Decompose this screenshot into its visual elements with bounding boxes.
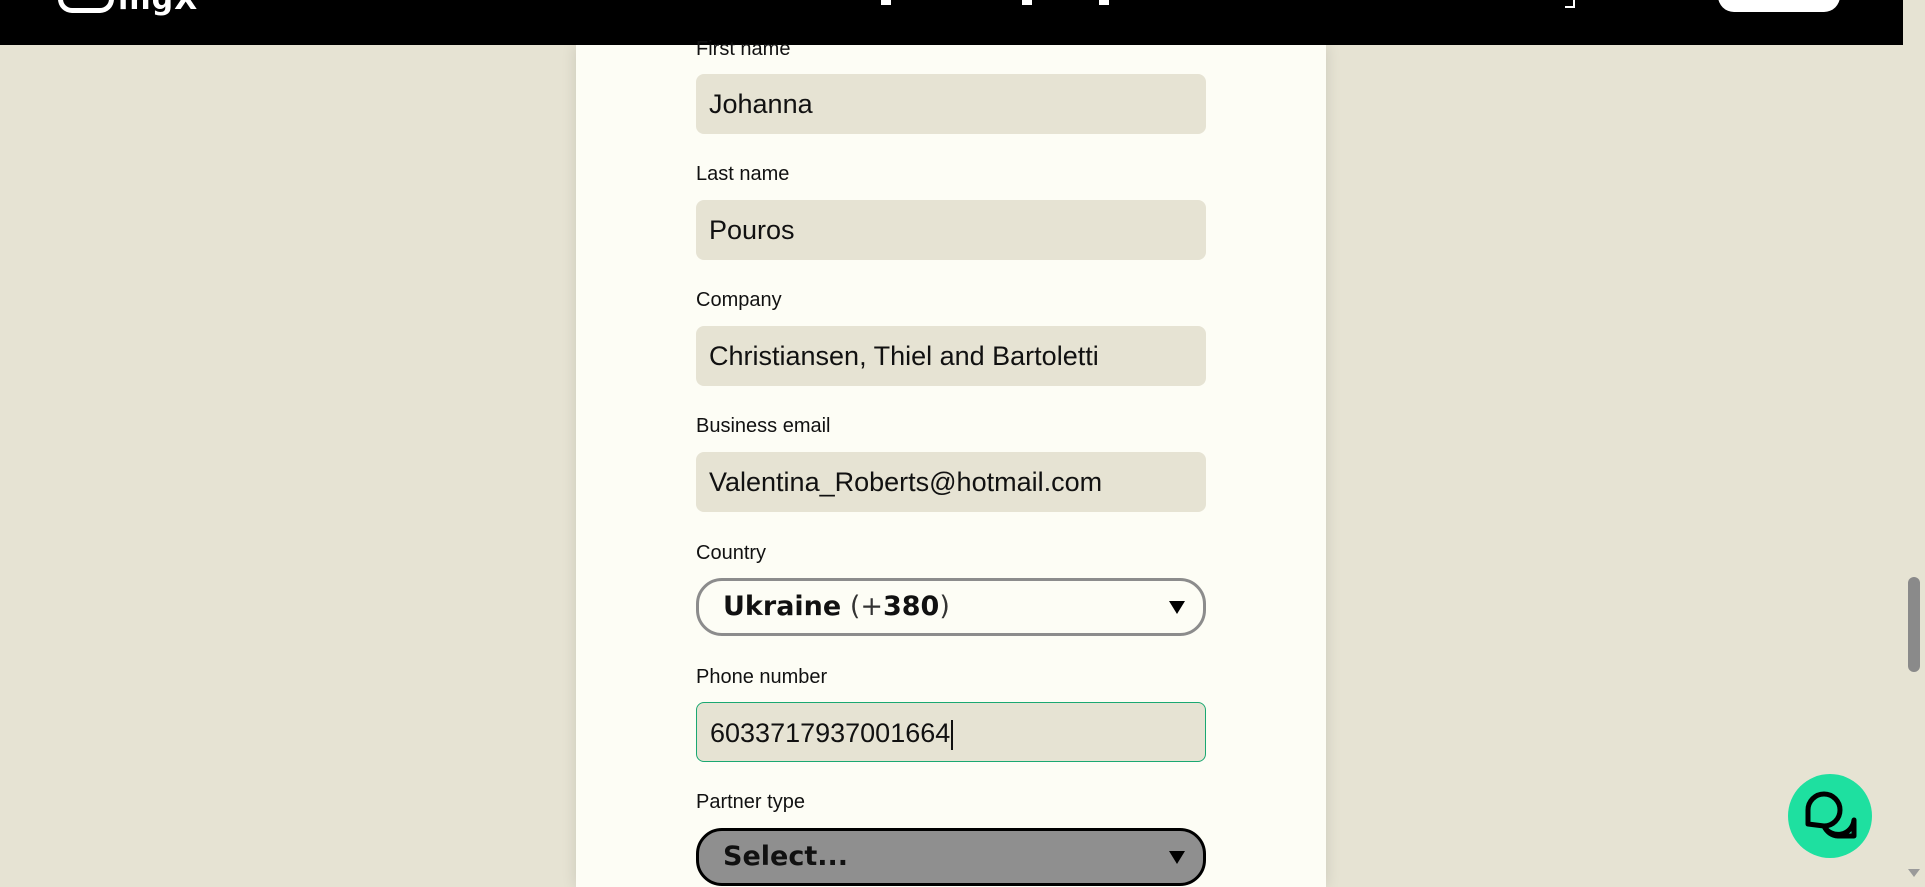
scroll-down-arrow-icon[interactable] (1908, 869, 1920, 877)
page-scrollbar[interactable] (1903, 0, 1925, 887)
business-email-input[interactable]: Valentina_Roberts@hotmail.com (696, 452, 1206, 512)
nav-chevron-icon[interactable] (1565, 0, 1575, 8)
phone-number-label: Phone number (696, 666, 828, 688)
nav-link-partial[interactable] (1022, 0, 1032, 5)
nav-link-partial[interactable] (1099, 0, 1109, 5)
scrollbar-thumb[interactable] (1908, 577, 1920, 672)
partner-type-selected: Select... (723, 841, 849, 872)
logo-wordmark: ingX (118, 0, 198, 17)
top-navigation-bar: ingX (0, 0, 1903, 45)
text-caret (951, 719, 954, 750)
header-cta-button[interactable] (1718, 0, 1840, 12)
partner-type-select[interactable]: Select... (696, 828, 1206, 886)
phone-number-value: 6033717937001664 (710, 718, 951, 748)
chat-bubbles-icon (1805, 791, 1857, 839)
first-name-input[interactable]: Johanna (696, 74, 1206, 134)
dial-code-digits: 380 (882, 591, 940, 622)
dial-code-open: (+ (849, 591, 883, 622)
brand-logo[interactable]: ingX (58, 0, 278, 17)
country-label: Country (696, 542, 767, 564)
triangle-down-icon (1169, 851, 1185, 864)
chat-support-button[interactable] (1788, 774, 1872, 858)
signup-form-card: First name Johanna Last name Pouros Comp… (576, 38, 1326, 887)
company-input[interactable]: Christiansen, Thiel and Bartoletti (696, 326, 1206, 386)
country-selected-name: Ukraine (723, 591, 842, 622)
company-label: Company (696, 289, 782, 311)
country-dial-code: (+380) (850, 591, 950, 622)
dial-code-close: ) (939, 591, 950, 622)
first-name-label: First name (696, 38, 791, 60)
nav-link-partial[interactable] (881, 0, 891, 5)
partner-type-label: Partner type (696, 791, 805, 813)
triangle-down-icon (1169, 601, 1185, 614)
country-select[interactable]: Ukraine (+380) (696, 578, 1206, 636)
phone-number-input[interactable]: 6033717937001664 (696, 702, 1206, 762)
last-name-label: Last name (696, 163, 790, 185)
last-name-input[interactable]: Pouros (696, 200, 1206, 260)
business-email-label: Business email (696, 415, 831, 437)
logo-mark-icon (58, 0, 114, 13)
